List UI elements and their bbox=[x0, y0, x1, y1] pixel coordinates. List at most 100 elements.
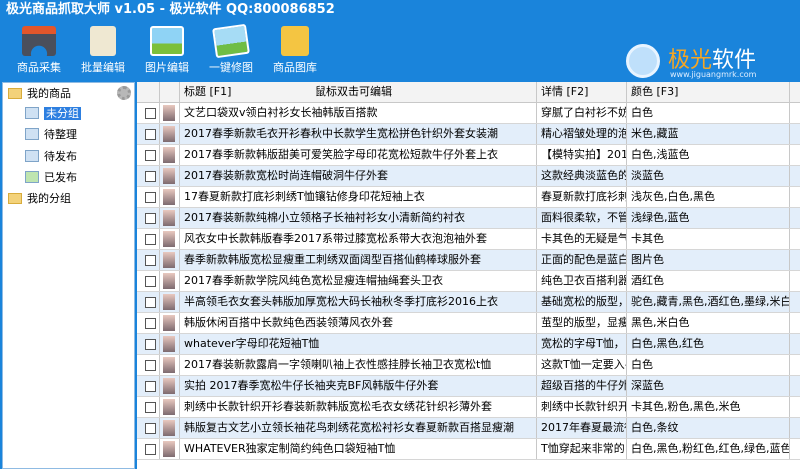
header-detail[interactable]: 详情 [F2] bbox=[537, 82, 627, 102]
row-color[interactable]: 黑色,米白色 bbox=[627, 313, 790, 333]
row-color[interactable]: 图片色 bbox=[627, 250, 790, 270]
row-title[interactable]: 2017春装新款露肩一字领喇叭袖上衣性感挂脖长袖卫衣宽松t恤 bbox=[180, 355, 537, 375]
row-detail[interactable]: 纯色卫衣百搭利器 bbox=[537, 271, 627, 291]
header-color[interactable]: 颜色 [F3] bbox=[627, 82, 790, 102]
table-row[interactable]: 2017春季新款毛衣开衫春秋中长款学生宽松拼色针织外套女装潮 精心褶皱处理的泡 … bbox=[137, 124, 800, 145]
row-color[interactable]: 白色,黑色,红色 bbox=[627, 334, 790, 354]
row-detail[interactable]: 穿腻了白衬衫不妨 bbox=[537, 103, 627, 123]
row-title[interactable]: 韩版复古文艺小立领长袖花鸟刺绣花宽松衬衫女春夏新款百搭显瘦潮 bbox=[180, 418, 537, 438]
row-checkbox[interactable] bbox=[145, 339, 156, 350]
row-title[interactable]: 2017春装新款纯棉小立领格子长袖衬衫女小清新简约衬衣 bbox=[180, 208, 537, 228]
table-row[interactable]: 春季新款韩版宽松显瘦重工刺绣双面阔型百搭仙鹤棒球服外套 正面的配色是蓝白 图片色 bbox=[137, 250, 800, 271]
row-detail[interactable]: 茧型的版型，显瘦 bbox=[537, 313, 627, 333]
row-color[interactable]: 白色,黑色,粉红色,红色,绿色,蓝色 bbox=[627, 439, 790, 459]
row-color[interactable]: 卡其色,粉色,黑色,米色 bbox=[627, 397, 790, 417]
row-title[interactable]: 2017春季新款毛衣开衫春秋中长款学生宽松拼色针织外套女装潮 bbox=[180, 124, 537, 144]
table-row[interactable]: whatever字母印花短袖T恤 宽松的字母T恤， 白色,黑色,红色 bbox=[137, 334, 800, 355]
row-checkbox[interactable] bbox=[145, 402, 156, 413]
table-row[interactable]: 风衣女中长款韩版春季2017系带过膝宽松系带大衣泡泡袖外套 卡其色的无疑是气 卡… bbox=[137, 229, 800, 250]
header-checkbox-col[interactable] bbox=[137, 82, 160, 102]
row-checkbox[interactable] bbox=[145, 255, 156, 266]
row-color[interactable]: 深蓝色 bbox=[627, 376, 790, 396]
row-color[interactable]: 酒红色 bbox=[627, 271, 790, 291]
table-row[interactable]: 半高领毛衣女套头韩版加厚宽松大码长袖秋冬季打底衫2016上衣 基础宽松的版型， … bbox=[137, 292, 800, 313]
row-detail[interactable]: 卡其色的无疑是气 bbox=[537, 229, 627, 249]
row-title[interactable]: 实拍 2017春季宽松牛仔长袖夹克BF风韩版牛仔外套 bbox=[180, 376, 537, 396]
row-detail[interactable]: 面料很柔软，不管 bbox=[537, 208, 627, 228]
row-color[interactable]: 米色,藏蓝 bbox=[627, 124, 790, 144]
table-row[interactable]: 实拍 2017春季宽松牛仔长袖夹克BF风韩版牛仔外套 超级百搭的牛仔外 深蓝色 bbox=[137, 376, 800, 397]
row-color[interactable]: 浅灰色,白色,黑色 bbox=[627, 187, 790, 207]
row-checkbox[interactable] bbox=[145, 444, 156, 455]
tree-published[interactable]: 已发布 bbox=[25, 169, 77, 187]
image-edit-button[interactable]: 图片编辑 bbox=[132, 26, 202, 75]
row-title[interactable]: 刺绣中长款针织开衫春装新款韩版宽松毛衣女绣花针织衫薄外套 bbox=[180, 397, 537, 417]
row-title[interactable]: 韩版休闲百搭中长款纯色西装领薄风衣外套 bbox=[180, 313, 537, 333]
row-detail[interactable]: 基础宽松的版型， bbox=[537, 292, 627, 312]
row-checkbox[interactable] bbox=[145, 318, 156, 329]
row-detail[interactable]: 超级百搭的牛仔外 bbox=[537, 376, 627, 396]
row-detail[interactable]: 精心褶皱处理的泡 bbox=[537, 124, 627, 144]
table-row[interactable]: 2017春装新款露肩一字领喇叭袖上衣性感挂脖长袖卫衣宽松t恤 这款T恤一定要入手… bbox=[137, 355, 800, 376]
row-checkbox[interactable] bbox=[145, 360, 156, 371]
row-checkbox[interactable] bbox=[145, 423, 156, 434]
table-row[interactable]: 2017春季新款学院风纯色宽松显瘦连帽抽绳套头卫衣 纯色卫衣百搭利器 酒红色 bbox=[137, 271, 800, 292]
table-row[interactable]: 2017春装新款纯棉小立领格子长袖衬衫女小清新简约衬衣 面料很柔软，不管 浅绿色… bbox=[137, 208, 800, 229]
row-title[interactable]: 2017春装新款宽松时尚连帽破洞牛仔外套 bbox=[180, 166, 537, 186]
row-color[interactable]: 白色,浅蓝色 bbox=[627, 145, 790, 165]
row-color[interactable]: 卡其色 bbox=[627, 229, 790, 249]
row-detail[interactable]: 这款T恤一定要入手 bbox=[537, 355, 627, 375]
row-checkbox[interactable] bbox=[145, 234, 156, 245]
row-title[interactable]: 2017春季新款学院风纯色宽松显瘦连帽抽绳套头卫衣 bbox=[180, 271, 537, 291]
tree-my-products[interactable]: 我的商品 bbox=[8, 85, 71, 103]
row-color[interactable]: 淡蓝色 bbox=[627, 166, 790, 186]
table-row[interactable]: 韩版休闲百搭中长款纯色西装领薄风衣外套 茧型的版型，显瘦 黑色,米白色 bbox=[137, 313, 800, 334]
row-detail[interactable]: 【模特实拍】201 bbox=[537, 145, 627, 165]
row-detail[interactable]: 2017年春夏最流行 bbox=[537, 418, 627, 438]
table-row[interactable]: 2017春装新款宽松时尚连帽破洞牛仔外套 这款经典淡蓝色的 淡蓝色 bbox=[137, 166, 800, 187]
row-detail[interactable]: 春夏新款打底衫刺 bbox=[537, 187, 627, 207]
table-row[interactable]: 刺绣中长款针织开衫春装新款韩版宽松毛衣女绣花针织衫薄外套 刺绣中长款针织开 卡其… bbox=[137, 397, 800, 418]
row-detail[interactable]: 宽松的字母T恤， bbox=[537, 334, 627, 354]
row-checkbox[interactable] bbox=[145, 108, 156, 119]
row-checkbox[interactable] bbox=[145, 150, 156, 161]
table-row[interactable]: WHATEVER独家定制简约纯色口袋短袖T恤 T恤穿起来非常的 白色,黑色,粉红… bbox=[137, 439, 800, 460]
table-row[interactable]: 韩版复古文艺小立领长袖花鸟刺绣花宽松衬衫女春夏新款百搭显瘦潮 2017年春夏最流… bbox=[137, 418, 800, 439]
row-checkbox[interactable] bbox=[145, 297, 156, 308]
row-checkbox[interactable] bbox=[145, 129, 156, 140]
gallery-button[interactable]: 商品图库 bbox=[260, 26, 330, 75]
row-title[interactable]: WHATEVER独家定制简约纯色口袋短袖T恤 bbox=[180, 439, 537, 459]
row-title[interactable]: whatever字母印花短袖T恤 bbox=[180, 334, 537, 354]
row-color[interactable]: 驼色,藏青,黑色,酒红色,墨绿,米白色 bbox=[627, 292, 790, 312]
row-title[interactable]: 2017春季新款韩版甜美可爱笑脸字母印花宽松短款牛仔外套上衣 bbox=[180, 145, 537, 165]
row-checkbox[interactable] bbox=[145, 192, 156, 203]
row-checkbox[interactable] bbox=[145, 276, 156, 287]
collect-button[interactable]: 商品采集 bbox=[4, 26, 74, 75]
row-checkbox[interactable] bbox=[145, 171, 156, 182]
header-title[interactable]: 标题 [F1] 鼠标双击可编辑 bbox=[180, 82, 537, 102]
row-color[interactable]: 浅绿色,蓝色 bbox=[627, 208, 790, 228]
table-row[interactable]: 文艺口袋双v领白衬衫女长袖韩版百搭款 穿腻了白衬衫不妨 白色 bbox=[137, 103, 800, 124]
tree-to-organize[interactable]: 待整理 bbox=[25, 126, 77, 144]
gear-icon[interactable] bbox=[117, 86, 131, 100]
row-color[interactable]: 白色,条纹 bbox=[627, 418, 790, 438]
batch-edit-button[interactable]: 批量编辑 bbox=[68, 26, 138, 75]
row-title[interactable]: 风衣女中长款韩版春季2017系带过膝宽松系带大衣泡泡袖外套 bbox=[180, 229, 537, 249]
row-title[interactable]: 春季新款韩版宽松显瘦重工刺绣双面阔型百搭仙鹤棒球服外套 bbox=[180, 250, 537, 270]
row-color[interactable]: 白色 bbox=[627, 103, 790, 123]
row-detail[interactable]: 正面的配色是蓝白 bbox=[537, 250, 627, 270]
row-detail[interactable]: 刺绣中长款针织开 bbox=[537, 397, 627, 417]
one-click-repair-button[interactable]: 一键修图 bbox=[196, 23, 266, 75]
table-row[interactable]: 17春夏新款打底衫刺绣T恤镶钻修身印花短袖上衣 春夏新款打底衫刺 浅灰色,白色,… bbox=[137, 187, 800, 208]
row-title[interactable]: 半高领毛衣女套头韩版加厚宽松大码长袖秋冬季打底衫2016上衣 bbox=[180, 292, 537, 312]
table-row[interactable]: 2017春季新款韩版甜美可爱笑脸字母印花宽松短款牛仔外套上衣 【模特实拍】201… bbox=[137, 145, 800, 166]
row-detail[interactable]: 这款经典淡蓝色的 bbox=[537, 166, 627, 186]
tree-my-groups[interactable]: 我的分组 bbox=[8, 190, 71, 208]
row-title[interactable]: 文艺口袋双v领白衬衫女长袖韩版百搭款 bbox=[180, 103, 537, 123]
tree-to-publish[interactable]: 待发布 bbox=[25, 148, 77, 166]
row-checkbox[interactable] bbox=[145, 213, 156, 224]
row-checkbox[interactable] bbox=[145, 381, 156, 392]
tree-ungrouped[interactable]: 未分组 bbox=[25, 105, 81, 123]
row-color[interactable]: 白色 bbox=[627, 355, 790, 375]
row-detail[interactable]: T恤穿起来非常的 bbox=[537, 439, 627, 459]
